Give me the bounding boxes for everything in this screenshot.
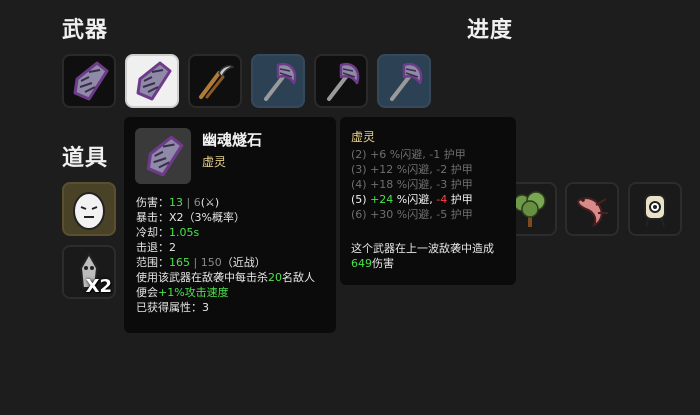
ghost-flint-icon (136, 61, 172, 101)
items-heading: 道具 (62, 146, 109, 171)
item-slot-robot[interactable] (628, 182, 682, 236)
weapon-desc-line2: 便会+1%攻击速度 (136, 286, 229, 299)
stat-cooldown: 冷却：1.05s (136, 226, 200, 239)
ghost-flint-icon (73, 61, 109, 101)
set-tier-2: (2) +6 %闪避, -1 护甲 (351, 148, 466, 161)
weapon-desc-line1: 使用该武器在敌袭中每击杀20名敌人 (136, 271, 315, 284)
sickle-icon (199, 65, 235, 99)
egg-face-icon (73, 192, 105, 230)
ghost-axe-icon (264, 62, 297, 101)
weapons-heading: 武器 (62, 18, 109, 43)
progress-heading: 进度 (467, 18, 514, 43)
ghost-axe-icon (390, 62, 423, 101)
weapon-gained-stats: 已获得属性：3 (136, 301, 209, 314)
weapon-tooltip: 幽魂燧石 虚灵 伤害：13 | 6(⚔) 暴击：X2（3%概率） 冷却：1.05… (124, 117, 336, 333)
set-tier-4: (4) +18 %闪避, -3 护甲 (351, 178, 473, 191)
item-slot-alien[interactable]: X2 (62, 245, 116, 299)
ghost-flint-icon (146, 135, 184, 177)
weapon-slot-sickle[interactable] (188, 54, 242, 108)
last-wave-damage: 这个武器在上一波敌袭中造成 649伤害 (351, 242, 494, 270)
weapon-slot-ghost-axe-2[interactable] (314, 54, 368, 108)
weapon-name: 幽魂燧石 (202, 131, 263, 149)
set-tier-6: (6) +30 %闪避, -5 护甲 (351, 208, 473, 221)
sword-icon: ⚔ (205, 196, 215, 209)
weapon-slot-ghost-flint-1[interactable] (62, 54, 116, 108)
set-title: 虚灵 (351, 130, 376, 144)
item-slot-lizard[interactable] (565, 182, 619, 236)
robot-eye-icon (644, 194, 666, 228)
set-tier-list: (2) +6 %闪避, -1 护甲 (3) +12 %闪避, -2 护甲 (4)… (351, 147, 473, 222)
stat-damage: 伤害：13 | 6(⚔) (136, 196, 220, 209)
weapon-stats: 伤害：13 | 6(⚔) 暴击：X2（3%概率） 冷却：1.05s 击退：2 范… (136, 195, 315, 315)
tooltip-weapon-icon-frame (135, 128, 191, 184)
item-slot-egg[interactable] (62, 182, 116, 236)
weapon-slot-ghost-axe-1[interactable] (251, 54, 305, 108)
pink-lizard-icon (576, 197, 608, 227)
stat-knockback: 击退：2 (136, 241, 176, 254)
weapon-slot-ghost-flint-2[interactable] (125, 54, 179, 108)
weapon-type: 虚灵 (202, 155, 227, 169)
set-bonus-tooltip: 虚灵 (2) +6 %闪避, -1 护甲 (3) +12 %闪避, -2 护甲 … (340, 117, 516, 285)
item-count: X2 (85, 276, 112, 297)
ghost-axe-icon (327, 62, 360, 101)
stat-crit: 暴击：X2（3%概率） (136, 211, 245, 224)
set-tier-3: (3) +12 %闪避, -2 护甲 (351, 163, 473, 176)
weapon-slot-ghost-axe-3[interactable] (377, 54, 431, 108)
stat-range: 范围：165 | 150（近战） (136, 256, 266, 269)
set-tier-5-active: (5) +24 %闪避, -4 护甲 (351, 193, 473, 206)
